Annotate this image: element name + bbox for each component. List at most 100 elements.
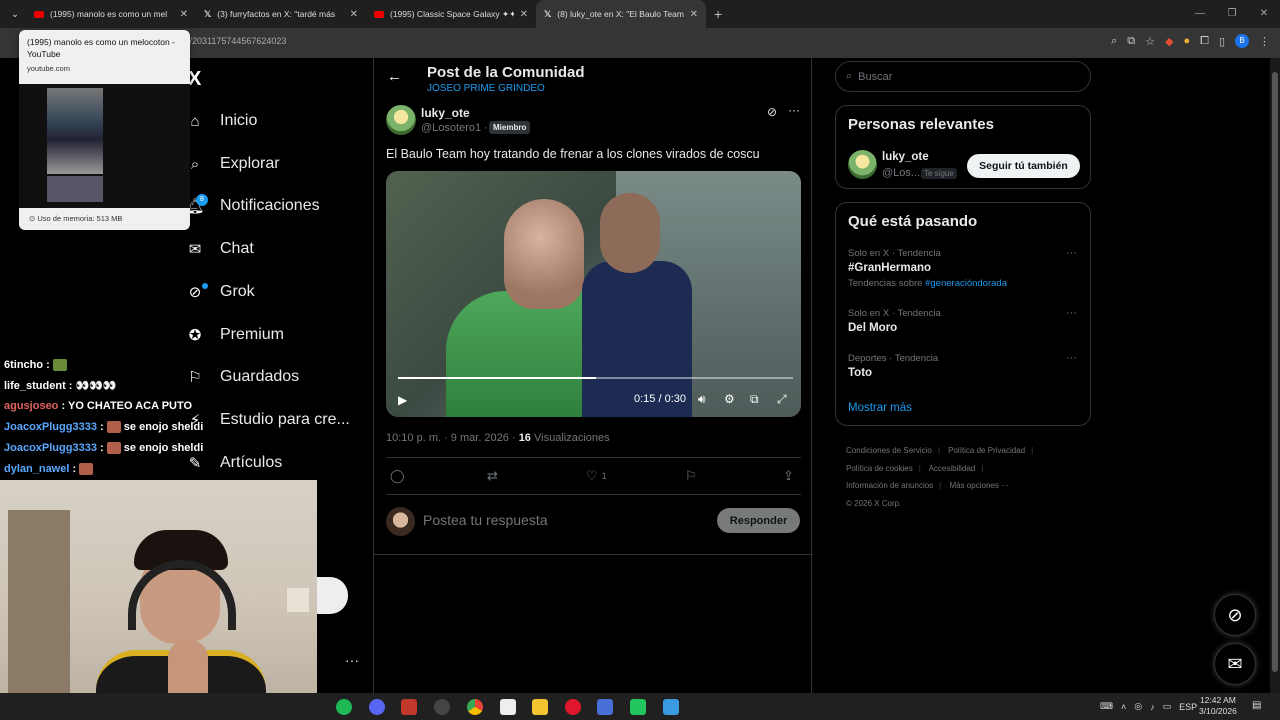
- footer-link[interactable]: Política de Privacidad: [948, 446, 1025, 455]
- scrollbar-thumb[interactable]: [1272, 72, 1278, 672]
- messages-float-button[interactable]: ✉: [1214, 643, 1256, 685]
- opera-icon[interactable]: [565, 699, 581, 715]
- obs-icon[interactable]: [434, 699, 450, 715]
- nav-bookmarks[interactable]: ⚐ Guardados: [186, 368, 299, 386]
- nav-home[interactable]: ⌂ Inicio: [186, 112, 257, 130]
- browser-tab[interactable]: 𝕏 (3) furryfactos en X: "tardé más ✕: [196, 0, 366, 28]
- grok-float-button[interactable]: ⊘: [1214, 594, 1256, 636]
- close-icon[interactable]: ✕: [180, 9, 188, 20]
- restore-icon[interactable]: ❐: [1216, 0, 1248, 28]
- keyboard-icon[interactable]: ⌨: [1100, 701, 1113, 712]
- clock[interactable]: 12:42 AM 3/10/2026: [1199, 695, 1237, 717]
- browser-tab[interactable]: (1995) manolo es como un mel ✕: [26, 0, 196, 28]
- show-more-link[interactable]: Mostrar más: [848, 402, 912, 414]
- nav-explore[interactable]: ⌕ Explorar: [186, 155, 280, 173]
- share-icon[interactable]: ⇪: [783, 468, 794, 484]
- trend-name[interactable]: Toto: [848, 367, 872, 379]
- more-icon[interactable]: ···: [1066, 352, 1077, 364]
- more-icon[interactable]: ···: [1066, 307, 1077, 319]
- language-indicator[interactable]: ESP: [1179, 702, 1197, 712]
- close-icon[interactable]: ✕: [350, 9, 358, 20]
- footer-link[interactable]: Condiciones de Servicio: [846, 446, 932, 455]
- fullscreen-icon[interactable]: ⤢: [777, 392, 787, 407]
- footer-link[interactable]: Política de cookies: [846, 464, 913, 473]
- chevron-up-icon[interactable]: ˄: [1121, 702, 1126, 712]
- follow-button[interactable]: Seguir tú también: [967, 154, 1080, 178]
- grok-icon[interactable]: ⊘: [767, 105, 777, 119]
- nav-articles[interactable]: ✎ Artículos: [186, 454, 283, 472]
- discord-icon[interactable]: [369, 699, 385, 715]
- zoom-icon[interactable]: ⌕: [1111, 35, 1117, 48]
- community-name[interactable]: JOSEO PRIME GRINDEO: [427, 83, 545, 94]
- repost-icon[interactable]: ⇄: [487, 468, 498, 484]
- notification-icon[interactable]: ▤: [1252, 700, 1261, 711]
- volume-icon[interactable]: ♪: [1150, 702, 1155, 712]
- nav-studio[interactable]: ⚡ Estudio para cre...: [186, 411, 350, 429]
- user-name[interactable]: luky_ote: [882, 151, 929, 163]
- play-icon[interactable]: ▶: [398, 393, 407, 407]
- network-icon[interactable]: ◎: [1134, 701, 1142, 712]
- close-icon[interactable]: ✕: [520, 9, 528, 20]
- app-icon[interactable]: [500, 699, 516, 715]
- nav-chat[interactable]: ✉ Chat: [186, 240, 254, 258]
- battery-icon[interactable]: ▭: [1163, 701, 1172, 712]
- sidebar-icon[interactable]: ▯: [1219, 35, 1225, 48]
- bookmark-icon[interactable]: ⚐: [685, 468, 697, 484]
- kick-icon[interactable]: [630, 699, 646, 715]
- settings-icon[interactable]: ⚙: [724, 392, 735, 406]
- more-icon[interactable]: ···: [345, 652, 359, 668]
- tab-search-button[interactable]: ⌄: [4, 3, 26, 25]
- author-handle[interactable]: @Losotero1 ·: [421, 122, 488, 134]
- new-tab-button[interactable]: +: [714, 6, 722, 22]
- more-icon[interactable]: ···: [1066, 247, 1077, 259]
- video-time: 0:15 / 0:30: [634, 393, 686, 405]
- search-input[interactable]: ⌕ Buscar: [835, 61, 1091, 92]
- nav-grok[interactable]: ⊘ Grok: [186, 283, 255, 301]
- pip-icon[interactable]: ⧉: [750, 392, 759, 407]
- extension-icon[interactable]: ●: [1183, 35, 1190, 47]
- footer-link[interactable]: Información de anuncios: [846, 481, 933, 490]
- footer-link[interactable]: Accesibilidad: [929, 464, 976, 473]
- nav-premium[interactable]: ✪ Premium: [186, 326, 284, 344]
- views-count: 16: [518, 432, 531, 444]
- star-icon[interactable]: ☆: [1145, 35, 1155, 48]
- close-icon[interactable]: ✕: [690, 9, 698, 20]
- trend-name[interactable]: #GranHermano: [848, 262, 931, 274]
- trend-tag[interactable]: #generacióndorada: [925, 278, 1007, 289]
- avatar[interactable]: [386, 105, 416, 135]
- post-button[interactable]: [317, 577, 348, 614]
- app-icon[interactable]: [401, 699, 417, 715]
- trend-context: Deportes · Tendencia: [848, 353, 939, 364]
- volume-icon[interactable]: 🔊︎: [698, 392, 706, 407]
- install-icon[interactable]: ⧉: [1127, 35, 1135, 48]
- avatar[interactable]: B: [1235, 34, 1249, 48]
- folder-icon[interactable]: [532, 699, 548, 715]
- like-button[interactable]: ♡ 1: [586, 468, 607, 484]
- video-progress-bar[interactable]: [398, 377, 793, 379]
- footer-link[interactable]: Más opciones ···: [949, 481, 1009, 490]
- video-player[interactable]: ▶ 0:15 / 0:30 🔊︎ ⚙ ⧉ ⤢: [386, 171, 801, 417]
- trend-name[interactable]: Del Moro: [848, 322, 897, 334]
- extension-icon[interactable]: ◆: [1165, 35, 1173, 48]
- url-field[interactable]: us/2031175744567624023: [180, 36, 286, 46]
- back-arrow-icon[interactable]: ←: [387, 68, 402, 85]
- reply-button[interactable]: Responder: [717, 508, 800, 533]
- user-handle[interactable]: @Los...: [882, 167, 920, 179]
- spotify-icon[interactable]: [336, 699, 352, 715]
- close-window-icon[interactable]: ✕: [1248, 0, 1280, 28]
- chrome-icon[interactable]: [467, 699, 483, 715]
- minimize-icon[interactable]: —: [1184, 0, 1216, 28]
- browser-tab-active[interactable]: 𝕏 (8) luky_ote en X: "El Baulo Team ✕: [536, 0, 706, 28]
- app-icon[interactable]: [663, 699, 679, 715]
- avatar[interactable]: [848, 150, 877, 179]
- browser-tab[interactable]: (1995) Classic Space Galaxy ✦✦ ✕: [366, 0, 536, 28]
- scrollbar[interactable]: [1270, 58, 1280, 693]
- app-icon[interactable]: [597, 699, 613, 715]
- puzzle-icon[interactable]: ⧠: [1200, 35, 1209, 48]
- more-icon[interactable]: ···: [788, 103, 800, 117]
- author-name[interactable]: luky_ote: [421, 106, 470, 120]
- x-logo[interactable]: X: [188, 68, 201, 91]
- reply-icon[interactable]: ◯: [390, 468, 405, 484]
- reply-input[interactable]: Postea tu respuesta: [423, 512, 548, 528]
- menu-icon[interactable]: ⋮: [1259, 35, 1270, 48]
